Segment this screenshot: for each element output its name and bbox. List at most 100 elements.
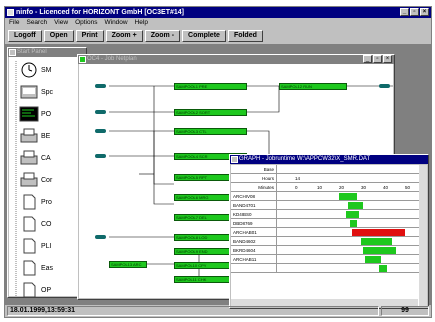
start-item-cor[interactable]: Cor <box>19 171 52 189</box>
menu-help[interactable]: Help <box>135 18 148 28</box>
runtime-bar[interactable] <box>352 229 405 236</box>
menu-window[interactable]: Window <box>104 18 127 28</box>
graph-job-row[interactable]: DBD8769 <box>231 219 427 228</box>
graph-titlebar[interactable]: GRAPH - Jobruntime W:\APPCW32\X_SMR.DAT <box>230 155 428 164</box>
runtime-bar[interactable] <box>347 202 364 209</box>
menu-file[interactable]: File <box>9 18 19 28</box>
job-node[interactable]: SAMPOL13 ARC <box>109 261 147 268</box>
graph-job-row[interactable]: ARCHAB01 <box>231 228 427 237</box>
runtime-bar[interactable] <box>350 220 357 227</box>
clock-icon <box>21 62 37 78</box>
document-icon <box>23 260 36 276</box>
netplan-maximize-button[interactable]: ▫ <box>373 55 382 63</box>
graph-job-row[interactable]: ARCHAB11 <box>231 255 427 264</box>
start-item-label: PO <box>41 110 52 118</box>
menu-search[interactable]: Search <box>26 18 47 28</box>
app-window: ninfo - Licenced for HORIZONT GmbH [OC3E… <box>4 6 432 318</box>
graph-vertical-scrollbar[interactable] <box>419 165 427 307</box>
open-button[interactable]: Open <box>43 29 74 42</box>
zoom-in-button[interactable]: Zoom + <box>105 29 143 42</box>
start-panel-titlebar[interactable]: Start Panel <box>8 48 86 57</box>
start-item-label: Spc <box>41 88 54 96</box>
document-icon <box>23 238 36 254</box>
complete-button[interactable]: Complete <box>182 29 226 42</box>
start-item-label: PLI <box>41 242 52 250</box>
folded-button[interactable]: Folded <box>227 29 263 42</box>
runtime-bar[interactable] <box>361 238 392 245</box>
job-name: BAND4701 <box>231 201 277 210</box>
netplan-minimize-button[interactable]: _ <box>363 55 372 63</box>
menu-options[interactable]: Options <box>75 18 97 28</box>
start-marker[interactable] <box>95 110 106 114</box>
job-netplan-titlebar[interactable]: OC4 - Job Netplan _ ▫ × <box>78 55 394 64</box>
graph-job-row[interactable]: BKRD4604 <box>231 246 427 255</box>
menu-view[interactable]: View <box>54 18 68 28</box>
job-node[interactable]: SAMPOOL1 PRE <box>174 83 247 90</box>
end-marker[interactable] <box>379 84 390 88</box>
start-marker[interactable] <box>95 154 106 158</box>
job-name: BKRD4604 <box>231 246 277 255</box>
start-item-eas[interactable]: Eas <box>19 259 53 277</box>
graph-job-row[interactable]: BAND4701 <box>231 201 427 210</box>
runtime-bar[interactable] <box>339 193 357 200</box>
start-item-label: Cor <box>41 176 53 184</box>
logoff-button[interactable]: Logoff <box>8 29 42 42</box>
graph-job-row[interactable] <box>231 264 427 273</box>
runtime-bar[interactable] <box>363 247 397 254</box>
printer-icon <box>20 150 38 165</box>
start-item-sm[interactable]: SM <box>19 61 52 79</box>
netplan-window-icon <box>79 56 86 63</box>
start-marker[interactable] <box>95 129 106 133</box>
app-titlebar: ninfo - Licenced for HORIZONT GmbH [OC3E… <box>5 7 431 18</box>
zoom-out-button[interactable]: Zoom - <box>144 29 181 42</box>
runtime-bar[interactable] <box>345 211 359 218</box>
start-item-pli[interactable]: PLI <box>19 237 52 255</box>
graph-header-row: Base <box>231 165 427 174</box>
menubar: File Search View Options Window Help <box>5 18 431 28</box>
job-node[interactable]: SAMPOOL2 SORT <box>174 109 247 116</box>
start-item-spc[interactable]: Spc <box>19 83 53 101</box>
start-panel-window: Start Panel SM Spc PO BE CA Cor Pro CO P… <box>7 47 87 298</box>
graph-job-row[interactable]: ARCHIV08 <box>231 192 427 201</box>
maximize-button[interactable]: ▫ <box>410 8 419 16</box>
start-item-pro[interactable]: Pro <box>19 193 52 211</box>
app-icon <box>7 9 14 16</box>
start-item-label: SM <box>41 66 52 74</box>
status-count: 99 <box>381 306 429 316</box>
document-icon <box>23 282 36 297</box>
graph-job-row[interactable]: KD4IBS0 <box>231 210 427 219</box>
start-item-po[interactable]: PO <box>19 105 51 123</box>
netplan-close-button[interactable]: × <box>383 55 392 63</box>
print-button[interactable]: Print <box>75 29 104 42</box>
start-item-be[interactable]: BE <box>19 127 50 145</box>
start-item-op[interactable]: OP <box>19 281 51 297</box>
job-node[interactable]: SAMPOL12 RUN <box>279 83 347 90</box>
start-panel-title: Start Panel <box>17 49 47 55</box>
minute-tick: 20 <box>339 185 345 190</box>
start-item-label: BE <box>41 132 51 140</box>
base-label: Base <box>231 165 277 174</box>
graph-window: GRAPH - Jobruntime W:\APPCW32\X_SMR.DAT … <box>229 154 429 309</box>
job-name <box>231 264 277 273</box>
runtime-bar[interactable] <box>378 265 388 272</box>
minute-tick: 50 <box>405 185 411 190</box>
job-node[interactable]: SAMPOOL3 CTL <box>174 128 247 135</box>
start-item-co[interactable]: CO <box>19 215 52 233</box>
start-marker[interactable] <box>95 235 106 239</box>
mdi-client: Start Panel SM Spc PO BE CA Cor Pro CO P… <box>5 44 431 309</box>
minute-tick: 10 <box>317 185 323 190</box>
terminal-icon <box>19 106 39 122</box>
graph-canvas: Base Hours 14 Minutes 0 10 20 30 40 50 A… <box>231 165 427 307</box>
printer-icon <box>20 172 38 187</box>
runtime-bar[interactable] <box>365 256 381 263</box>
app-title: ninfo - Licenced for HORIZONT GmbH [OC3E… <box>16 9 185 16</box>
close-button[interactable]: × <box>420 8 429 16</box>
start-item-ca[interactable]: CA <box>19 149 51 167</box>
minimize-button[interactable]: _ <box>400 8 409 16</box>
hour-value: 14 <box>295 176 301 181</box>
graph-job-row[interactable]: BAND4602 <box>231 237 427 246</box>
start-marker[interactable] <box>95 84 106 88</box>
graph-header-row: Minutes 0 10 20 30 40 50 <box>231 183 427 192</box>
document-icon <box>23 216 36 232</box>
graph-window-icon <box>231 156 238 163</box>
